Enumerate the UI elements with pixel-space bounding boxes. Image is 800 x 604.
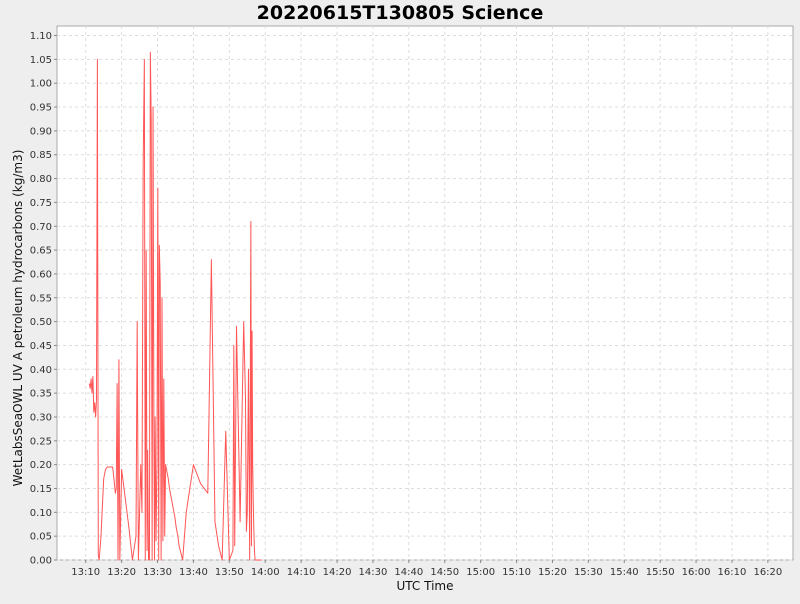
y-tick-label: 0.55	[30, 293, 52, 304]
y-tick-label: 0.05	[30, 532, 52, 543]
x-tick-label: 14:10	[287, 567, 316, 578]
x-tick-label: 13:50	[215, 567, 244, 578]
x-tick-label: 16:00	[682, 567, 711, 578]
x-tick-label: 14:30	[359, 567, 388, 578]
x-tick-label: 13:10	[71, 567, 100, 578]
y-tick-label: 0.95	[30, 103, 52, 114]
x-tick-label: 13:30	[143, 567, 172, 578]
chart-container: 20220615T130805 Science 0.00 0.05 0.10 0.15…	[0, 0, 800, 600]
y-tick-label: 0.10	[30, 508, 52, 519]
x-tick-label: 16:10	[718, 567, 747, 578]
y-axis-label: WetLabsSeaOWL UV A petroleum hydrocarbon…	[11, 150, 25, 487]
x-tick-label: 15:10	[502, 567, 531, 578]
y-tick-label: 0.60	[30, 269, 52, 280]
y-tick-label: 0.70	[30, 222, 52, 233]
y-tick-label: 1.10	[30, 31, 52, 42]
x-tick-label: 15:00	[466, 567, 495, 578]
y-tick-label: 0.40	[30, 365, 52, 376]
x-tick-label: 14:50	[430, 567, 459, 578]
x-tick-label: 14:00	[251, 567, 280, 578]
x-tick-label: 14:40	[394, 567, 423, 578]
y-tick-label: 0.00	[30, 556, 52, 567]
y-tick-label: 0.25	[30, 436, 52, 447]
y-tick-label: 0.45	[30, 341, 52, 352]
x-tick-label: 15:30	[574, 567, 603, 578]
chart-title: 20220615T130805 Science	[257, 2, 544, 24]
y-tick-label: 0.20	[30, 460, 52, 471]
y-tick-label: 0.85	[30, 150, 52, 161]
x-tick-label: 16:20	[753, 567, 782, 578]
chart-svg: 20220615T130805 Science 0.00 0.05 0.10 0.15…	[0, 0, 800, 600]
x-axis-label: UTC Time	[397, 579, 454, 593]
x-tick-label: 14:20	[323, 567, 352, 578]
x-tick-label: 15:50	[646, 567, 675, 578]
y-tick-label: 0.75	[30, 198, 52, 209]
y-tick-label: 0.50	[30, 317, 52, 328]
y-tick-label: 1.00	[30, 79, 52, 90]
y-tick-label: 1.05	[30, 55, 52, 66]
x-tick-label: 13:40	[179, 567, 208, 578]
y-tick-label: 0.30	[30, 412, 52, 423]
y-tick-label: 0.15	[30, 484, 52, 495]
y-tick-label: 0.65	[30, 246, 52, 257]
y-tick-label: 0.80	[30, 174, 52, 185]
x-tick-label: 15:40	[610, 567, 639, 578]
y-tick-label: 0.90	[30, 126, 52, 137]
x-tick-label: 15:20	[538, 567, 567, 578]
y-tick-label: 0.35	[30, 389, 52, 400]
plot-area	[56, 25, 794, 561]
x-tick-label: 13:20	[107, 567, 136, 578]
